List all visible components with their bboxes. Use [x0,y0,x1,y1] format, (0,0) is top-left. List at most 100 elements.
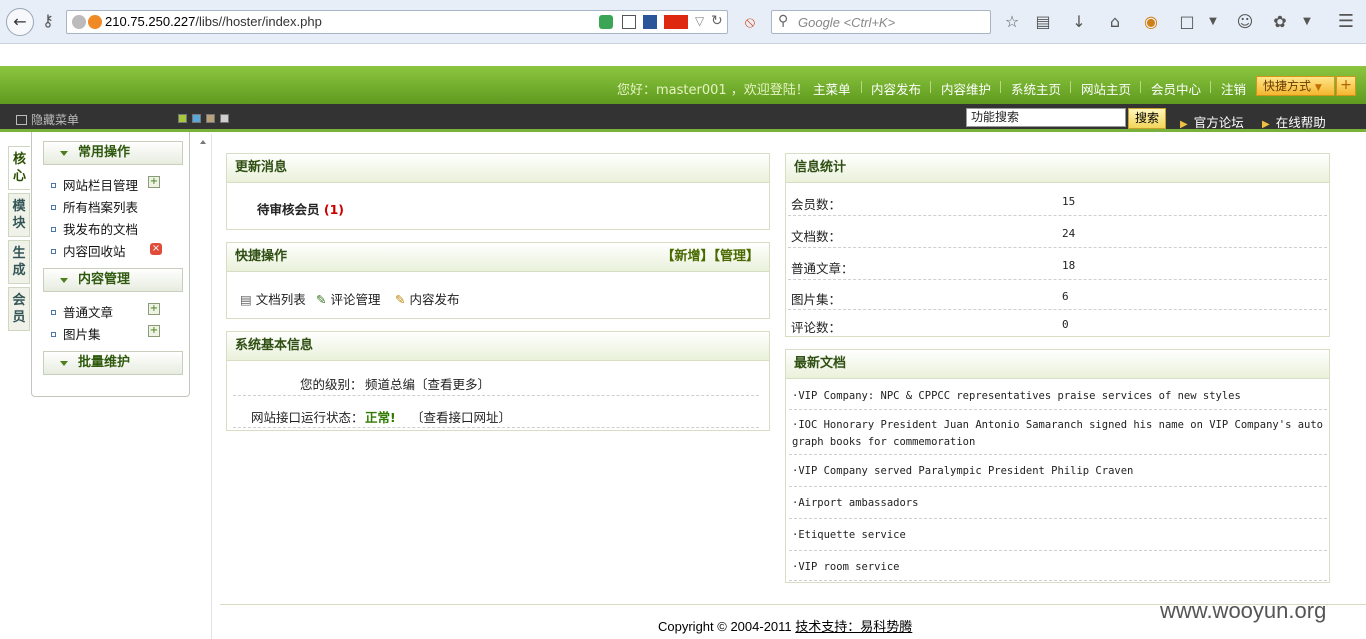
dropdown-arrow-icon[interactable]: ▽ [695,14,704,28]
menu-item-column-manage[interactable]: 网站栏目管理 [51,175,138,194]
quick-ops-manage-link[interactable]: 【管理】 [713,249,759,264]
side-tab-generate[interactable]: 生成 [8,240,30,284]
triangle-down-icon [60,361,68,366]
add-article-icon[interactable]: + [148,303,160,315]
quick-op-doc-list[interactable]: ▤ 文档列表 [240,289,306,308]
nav-member-center[interactable]: 会员中心 [1151,79,1201,98]
api-url-link[interactable]: 〔查看接口网址〕 [411,407,511,426]
skin-green-swatch[interactable] [178,114,187,123]
latest-doc-link[interactable]: ·Airport ambassadors [789,487,1327,519]
add-column-icon[interactable]: + [148,176,160,188]
level-more-link[interactable]: 〔查看更多〕 [415,374,490,393]
extension-icon[interactable]: ◉ [1141,12,1161,32]
bookmark-star-icon[interactable]: ☆ [1002,12,1022,32]
nav-main-menu[interactable]: 主菜单 [813,79,851,98]
official-forum-link[interactable]: ▶ 官方论坛 [1180,112,1244,131]
quick-operations-box: 快捷操作 【新增】【管理】 ▤ 文档列表 ✎ 评论管理 ✎ 内容发布 [226,242,770,319]
menu-item-articles[interactable]: 普通文章 [51,302,113,321]
system-info-box: 系统基本信息 您的级别： 频道总编 〔查看更多〕 网站接口运行状态： 正常! 〔… [226,331,770,431]
menu-group-label: 内容管理 [78,272,131,287]
latest-doc-link[interactable]: ·VIP Company served Paralympic President… [789,455,1327,487]
key-icon[interactable]: ⚷ [38,11,58,31]
dropdown-arrow-icon[interactable]: ▼ [1203,12,1223,32]
reading-list-icon[interactable]: ▤ [1033,12,1053,32]
shield-icon[interactable] [599,15,613,29]
menu-item-archive-list[interactable]: 所有档案列表 [51,197,138,216]
reload-icon[interactable]: ↻ [711,13,723,29]
scroll-up-icon[interactable] [200,140,206,144]
menu-item-label: 普通文章 [63,305,114,320]
function-search-button[interactable]: 搜索 [1128,108,1166,129]
menu-item-label: 图片集 [63,327,101,342]
nav-site-home[interactable]: 网站主页 [1081,79,1131,98]
nav-system-home[interactable]: 系统主页 [1011,79,1061,98]
menu-group-content[interactable]: 内容管理 [43,268,183,292]
stat-value: 15 [1062,195,1076,208]
chevron-down-icon: ▼ [1314,83,1322,93]
chat-icon[interactable]: ☺ [1235,12,1255,32]
stat-value: 24 [1062,227,1076,240]
skin-brown-swatch[interactable] [206,114,215,123]
level-value: 频道总编 [365,377,416,392]
latest-doc-link[interactable]: ·Etiquette service [789,519,1327,551]
hide-menu-button[interactable]: 隐藏菜单 [16,111,79,128]
skin-gray-swatch[interactable] [220,114,229,123]
back-icon[interactable]: ← [6,8,34,36]
nav-separator [930,81,931,93]
nav-separator [1000,81,1001,93]
clear-recycle-icon[interactable]: × [150,243,162,255]
quick-add-button[interactable]: + [1336,76,1356,96]
triangle-down-icon [60,278,68,283]
nav-content-maintain[interactable]: 内容维护 [941,79,991,98]
quick-op-publish[interactable]: ✎ 内容发布 [395,289,459,308]
adblock-icon[interactable]: ⦸ [740,12,760,32]
menu-group-common[interactable]: 常用操作 [43,141,183,165]
latest-doc-link[interactable]: ·VIP Company: NPC & CPPCC representative… [789,380,1327,410]
stat-row: 文档数： 24 [788,216,1327,248]
menu-icon[interactable]: ☰ [1336,12,1356,32]
url-bar[interactable]: 210.75.250.227/libs//hoster/index.php ▽ … [66,10,728,34]
quick-op-comment-manage[interactable]: ✎ 评论管理 [316,289,380,308]
search-box[interactable]: ⚲ Google <Ctrl+K> [771,10,991,34]
menu-group-label: 批量维护 [78,355,131,370]
nav-logout[interactable]: 注销 [1221,79,1246,98]
menu-item-gallery[interactable]: 图片集 [51,324,101,343]
bug-icon[interactable]: ✿ [1270,12,1290,32]
bullet-icon [51,205,56,210]
side-tab-modules[interactable]: 模块 [8,193,30,237]
search-placeholder: Google <Ctrl+K> [798,15,896,30]
add-gallery-icon[interactable]: + [148,325,160,337]
site-header: 您好：master001 ，欢迎登陆！ 主菜单 内容发布 内容维护 系统主页 网… [0,66,1366,104]
latest-doc-link[interactable]: ·IOC Honorary President Juan Antonio Sam… [789,410,1327,455]
frame-scrollbar[interactable] [196,134,212,639]
stat-row: 评论数： 0 [788,310,1327,336]
pending-members[interactable]: 待审核会员 (1) [257,199,344,218]
function-search-input[interactable]: 功能搜索 [966,108,1126,127]
side-tab-members[interactable]: 会员 [8,287,30,331]
page-icon[interactable]: □ [1177,12,1197,32]
online-help-label: 在线帮助 [1275,115,1326,130]
tech-support-link[interactable]: 技术支持：易科势腾 [795,619,912,634]
menu-item-recycle-bin[interactable]: 内容回收站 [51,241,126,260]
word-icon[interactable] [643,15,657,29]
menu-item-label: 我发布的文档 [63,222,139,237]
menu-group-batch[interactable]: 批量维护 [43,351,183,375]
home-icon[interactable]: ⌂ [1105,12,1125,32]
online-help-link[interactable]: ▶ 在线帮助 [1262,112,1326,131]
box-title: 信息统计 [786,154,1329,183]
quick-ops-add-link[interactable]: 【新增】 [661,249,713,264]
stat-row: 图片集： 6 [788,280,1327,310]
stat-label: 普通文章： [791,261,854,276]
dropdown-arrow-icon[interactable]: ▼ [1297,12,1317,32]
latest-doc-link[interactable]: ·VIP room service [789,551,1327,581]
skin-blue-swatch[interactable] [192,114,201,123]
quick-shortcut-button[interactable]: 快捷方式 ▼ [1256,76,1335,96]
nav-content-publish[interactable]: 内容发布 [871,79,921,98]
menu-item-my-documents[interactable]: 我发布的文档 [51,219,138,238]
qr-code-icon[interactable] [622,15,636,29]
box-title: 最新文档 [786,350,1329,379]
box-title-label: 快捷操作 [235,249,288,264]
side-tab-core[interactable]: 核心 [8,146,30,190]
bullet-icon [51,332,56,337]
download-icon[interactable]: ↓ [1069,12,1089,32]
